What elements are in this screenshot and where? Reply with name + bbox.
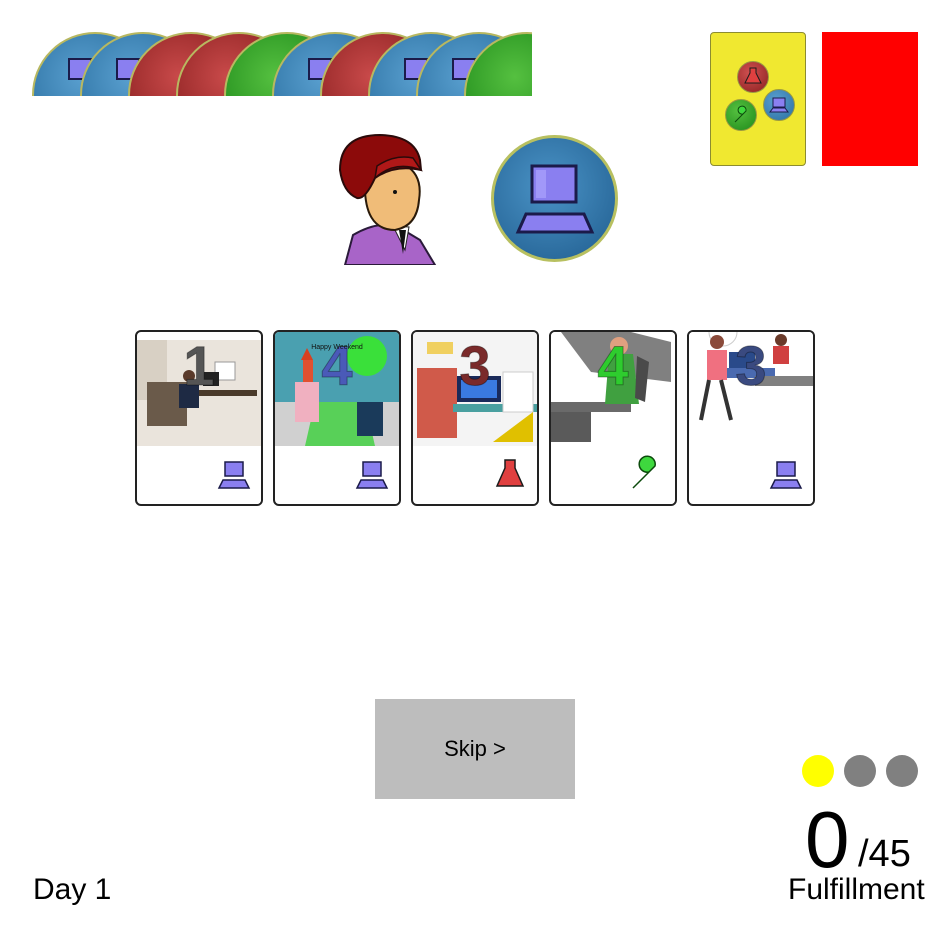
score-total: /45 [858, 833, 911, 875]
customer-character [335, 130, 445, 266]
card-value: 4 [597, 334, 629, 397]
red-card[interactable] [822, 32, 918, 166]
status-dot [886, 755, 918, 787]
hand-card-2[interactable]: Happy Weekend 4 [273, 330, 401, 506]
card-value: 3 [735, 334, 767, 397]
hand-card-1[interactable]: 1 [135, 330, 263, 506]
computer-icon [763, 89, 795, 121]
science-icon [737, 61, 769, 93]
requested-computer-icon [491, 135, 618, 262]
status-dot-active [802, 755, 834, 787]
customer-queue [32, 32, 532, 96]
score-label: Fulfillment [788, 873, 925, 906]
deck-card[interactable] [710, 32, 806, 166]
hand-card-3[interactable]: 3 [411, 330, 539, 506]
status-dot [844, 755, 876, 787]
hand-card-4[interactable]: 4 [549, 330, 677, 506]
card-caption: Happy Weekend [311, 344, 363, 351]
card-value: 3 [459, 334, 491, 397]
card-value: 1 [183, 334, 215, 397]
computer-corner-icon [345, 450, 399, 504]
hand-card-5[interactable]: 3 [687, 330, 815, 506]
skip-button[interactable]: Skip > [375, 699, 575, 799]
science-corner-icon [483, 450, 537, 504]
engineering-icon [725, 99, 757, 131]
computer-corner-icon [759, 450, 813, 504]
score-value: 0 [805, 795, 850, 884]
day-label: Day 1 [33, 873, 112, 906]
engineering-corner-icon [621, 450, 675, 504]
computer-corner-icon [207, 450, 261, 504]
